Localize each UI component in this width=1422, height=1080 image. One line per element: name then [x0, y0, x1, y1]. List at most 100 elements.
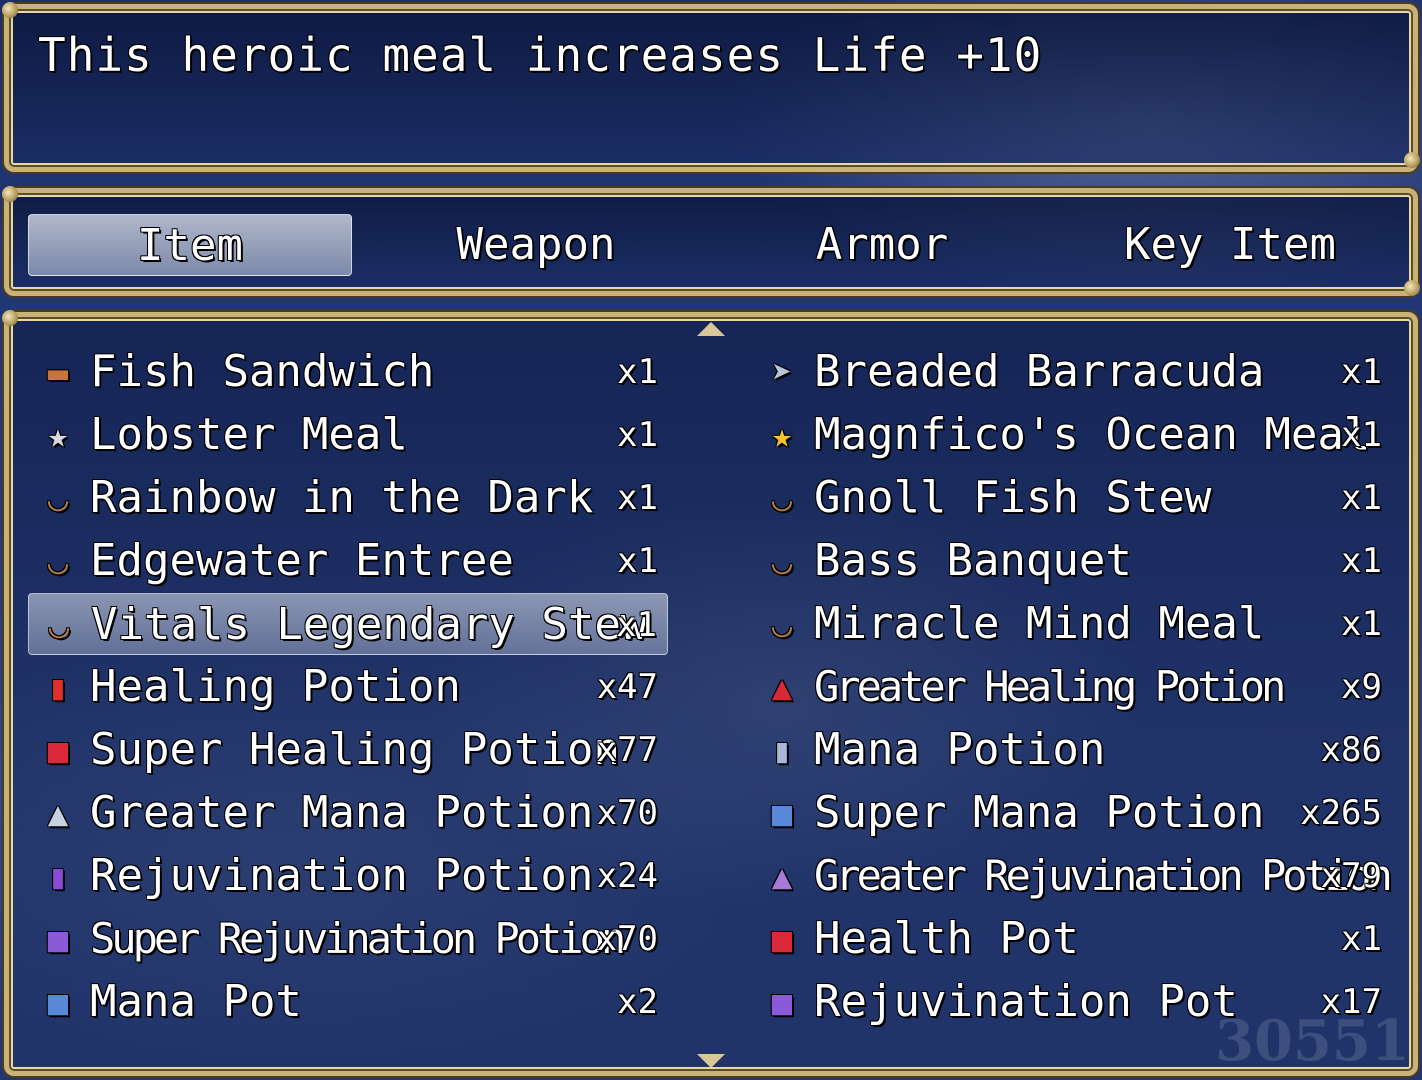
item-row[interactable]: ◡ Rainbow in the Dark x1: [28, 467, 668, 529]
item-row[interactable]: ▮ Mana Potion x86: [752, 719, 1392, 781]
fish-icon: ➤: [771, 353, 793, 393]
item-name: Bass Banquet: [814, 535, 1132, 586]
item-row[interactable]: ■ Health Pot x1: [752, 908, 1392, 970]
item-name: Health Pot: [814, 913, 1079, 964]
item-row[interactable]: ■ Rejuvination Pot x17: [752, 971, 1392, 1033]
frame-corner-ornament: [1404, 280, 1420, 296]
item-quantity: x86: [1320, 730, 1382, 770]
tab-key-item[interactable]: Key Item: [1068, 214, 1392, 276]
item-row[interactable]: ▲ Greater Healing Potion x9: [752, 656, 1392, 718]
tab-weapon[interactable]: Weapon: [374, 214, 698, 276]
item-quantity: x265: [1300, 793, 1382, 833]
item-name: Super Healing Potion: [90, 724, 620, 775]
item-quantity: x1: [617, 352, 658, 392]
item-name: Greater Rejuvination Potion: [814, 851, 1393, 900]
help-text: This heroic meal increases Life +10: [38, 28, 1043, 82]
item-name: Lobster Meal: [90, 409, 408, 460]
blue-vial-icon: ▮: [771, 731, 793, 771]
scroll-up-arrow-icon[interactable]: [697, 322, 725, 336]
item-name: Mana Potion: [814, 724, 1106, 775]
item-name: Rejuvination Pot: [814, 976, 1238, 1027]
red-vial-icon: ▮: [47, 668, 69, 708]
item-row[interactable]: ▮ Rejuvination Potion x24: [28, 845, 668, 907]
item-quantity: x1: [617, 415, 658, 455]
item-quantity: x1: [1341, 478, 1382, 518]
gold-star-icon: ★: [771, 416, 793, 456]
red-flask-icon: ▲: [771, 668, 793, 708]
item-name: Edgewater Entree: [90, 535, 514, 586]
item-quantity: x17: [1320, 982, 1382, 1022]
item-quantity: x24: [596, 856, 658, 896]
item-row[interactable]: ▲ Greater Mana Potion x70: [28, 782, 668, 844]
item-quantity: x70: [596, 793, 658, 833]
item-quantity: x1: [616, 605, 657, 645]
purple-flask-icon: ▲: [771, 857, 793, 897]
tab-armor-label: Armor: [815, 219, 949, 270]
item-quantity: x9: [1341, 667, 1382, 707]
item-row[interactable]: ➤ Breaded Barracuda x1: [752, 341, 1392, 403]
purple-jar-icon: ■: [47, 920, 69, 960]
item-name: Vitals Legendary Stew: [91, 599, 648, 650]
bowl-icon: ◡: [771, 605, 793, 645]
item-quantity: x1: [1341, 541, 1382, 581]
item-name: Rainbow in the Dark: [90, 472, 594, 523]
tab-item-label: Item: [137, 220, 243, 271]
item-name: Magnfico's Ocean Meal: [814, 409, 1371, 460]
blue-jar-icon: ■: [771, 794, 793, 834]
item-name: Greater Mana Potion: [90, 787, 594, 838]
item-name: Rejuvination Potion: [90, 850, 594, 901]
item-name: Miracle Mind Meal: [814, 598, 1265, 649]
item-quantity: x77: [596, 730, 658, 770]
item-name: Fish Sandwich: [90, 346, 435, 397]
item-row[interactable]: ■ Super Healing Potion x77: [28, 719, 668, 781]
item-quantity: x1: [617, 541, 658, 581]
item-name: Healing Potion: [90, 661, 461, 712]
flask-icon: ▲: [47, 794, 69, 834]
item-row[interactable]: ▲ Greater Rejuvination Potion x79: [752, 845, 1393, 907]
tab-item[interactable]: Item: [28, 214, 352, 276]
item-row[interactable]: ■ Super Rejuvination Potion x70: [28, 908, 668, 970]
item-row[interactable]: ★ Lobster Meal x1: [28, 404, 668, 466]
item-name: Mana Pot: [90, 976, 302, 1027]
frame-corner-ornament: [2, 2, 18, 18]
bowl-icon: ◡: [771, 542, 793, 582]
item-quantity: x47: [596, 667, 658, 707]
item-quantity: x70: [596, 919, 658, 959]
frame-corner-ornament: [2, 186, 18, 202]
item-quantity: x79: [1320, 856, 1382, 896]
purple-vial-icon: ▮: [47, 857, 69, 897]
item-row[interactable]: ▬ Fish Sandwich x1: [28, 341, 668, 403]
item-name: Super Rejuvination Potion: [90, 914, 626, 963]
item-quantity: x2: [617, 982, 658, 1022]
item-row[interactable]: ◡ Bass Banquet x1: [752, 530, 1392, 592]
item-row[interactable]: ◡ Gnoll Fish Stew x1: [752, 467, 1392, 529]
bowl-icon: ◡: [771, 479, 793, 519]
frame-corner-ornament: [1404, 152, 1420, 168]
item-row[interactable]: ▮ Healing Potion x47: [28, 656, 668, 718]
item-row[interactable]: ◡ Edgewater Entree x1: [28, 530, 668, 592]
bowl-icon: ◡: [47, 479, 69, 519]
item-quantity: x1: [1341, 352, 1382, 392]
item-row[interactable]: ■ Mana Pot x2: [28, 971, 668, 1033]
blue-jar-icon: ■: [47, 983, 69, 1023]
tab-armor[interactable]: Armor: [720, 214, 1044, 276]
scroll-down-arrow-icon[interactable]: [697, 1054, 725, 1068]
item-row[interactable]: ◡ Vitals Legendary Stew x1: [28, 593, 668, 655]
item-row[interactable]: ■ Super Mana Potion x265: [752, 782, 1392, 844]
item-row[interactable]: ★ Magnfico's Ocean Meal x1: [752, 404, 1392, 466]
item-name: Super Mana Potion: [814, 787, 1265, 838]
item-name: Gnoll Fish Stew: [814, 472, 1212, 523]
item-name: Breaded Barracuda: [814, 346, 1265, 397]
red-jar-icon: ■: [771, 920, 793, 960]
item-quantity: x1: [1341, 919, 1382, 959]
item-row[interactable]: ◡ Miracle Mind Meal x1: [752, 593, 1392, 655]
bowl-icon: ◡: [47, 542, 69, 582]
purple-jar-icon: ■: [771, 983, 793, 1023]
red-jar-icon: ■: [47, 731, 69, 771]
silver-star-icon: ★: [47, 416, 69, 456]
frame-corner-ornament: [2, 310, 18, 326]
item-quantity: x1: [1341, 604, 1382, 644]
tab-key-item-label: Key Item: [1124, 219, 1336, 270]
bowl-icon: ◡: [48, 606, 70, 646]
item-name: Greater Healing Potion: [814, 662, 1286, 711]
